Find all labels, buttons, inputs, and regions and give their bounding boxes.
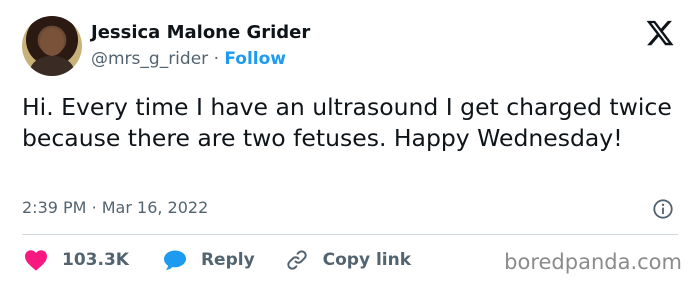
watermark: boredpanda.com xyxy=(504,250,682,274)
author-handle[interactable]: @mrs_g_rider xyxy=(91,49,208,69)
tweet-meta: 2:39 PM · Mar 16, 2022 xyxy=(22,198,208,217)
author-handle-row: @mrs_g_rider · Follow xyxy=(91,49,286,69)
tweet-time[interactable]: 2:39 PM xyxy=(22,198,86,217)
like-button[interactable]: 103.3K xyxy=(24,249,129,271)
copy-link-label: Copy link xyxy=(322,250,412,270)
reply-label: Reply xyxy=(200,250,255,270)
copy-link-button[interactable]: Copy link xyxy=(285,248,411,272)
avatar[interactable] xyxy=(22,16,82,76)
x-logo-icon[interactable] xyxy=(644,18,676,48)
author-name[interactable]: Jessica Malone Grider xyxy=(91,22,310,43)
avatar-body xyxy=(30,56,74,76)
avatar-face xyxy=(40,28,64,56)
link-icon xyxy=(286,250,307,270)
tweet-text: Hi. Every time I have an ultrasound I ge… xyxy=(22,93,672,152)
reply-bubble-icon xyxy=(163,250,186,270)
like-count: 103.3K xyxy=(62,250,129,270)
tweet-date[interactable]: Mar 16, 2022 xyxy=(102,198,209,217)
handle-separator: · xyxy=(213,49,219,69)
heart-icon xyxy=(25,250,47,271)
action-bar: 103.3K Reply Copy link xyxy=(24,247,411,273)
reply-button[interactable]: Reply xyxy=(163,249,255,271)
meta-separator: · xyxy=(91,198,97,217)
divider xyxy=(22,234,678,235)
info-icon[interactable] xyxy=(652,198,674,220)
follow-button[interactable]: Follow xyxy=(224,49,286,69)
